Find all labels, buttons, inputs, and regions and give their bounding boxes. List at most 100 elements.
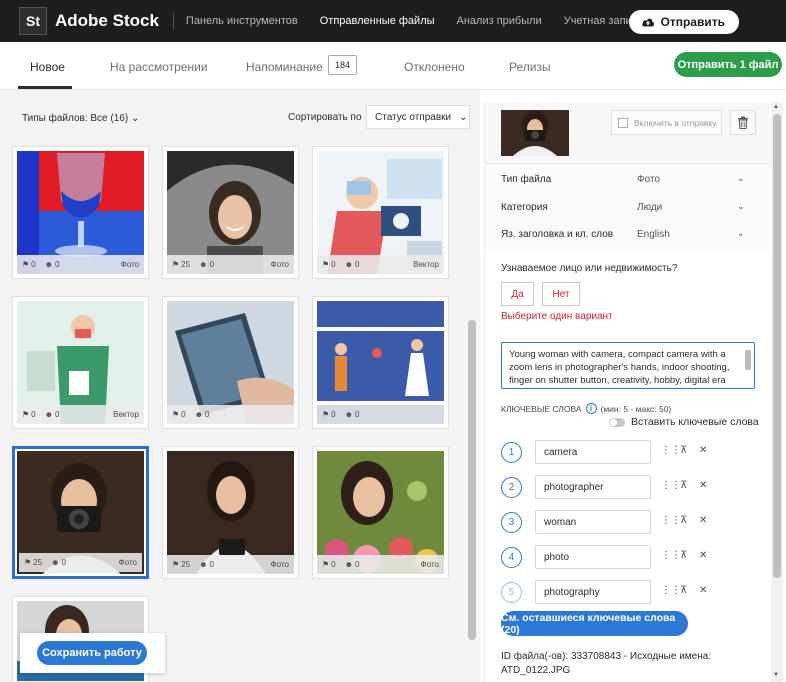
keyword-field[interactable]: photo <box>535 545 651 569</box>
sort-select[interactable]: Статус отправки ⌄ <box>366 105 470 129</box>
include-in-submission-button[interactable]: Включить в отправку <box>611 110 722 135</box>
yes-button[interactable]: Да <box>501 282 534 306</box>
tab-releases[interactable]: Релизы <box>509 60 551 74</box>
prop-value: Люди <box>637 202 663 213</box>
keyword-index: 5 <box>501 582 522 603</box>
tile-meta: ⚑ 25 ☻ 0 Фото <box>167 555 294 574</box>
textarea-scrollbar[interactable] <box>745 350 751 370</box>
tile-meta: ⚑ 0 ☻ 0 <box>167 405 294 424</box>
drag-handle-icon[interactable]: ⋮⋮ <box>661 585 681 596</box>
info-icon[interactable]: i <box>585 403 597 414</box>
move-top-icon[interactable]: ⊼ <box>680 585 687 596</box>
scrollbar-thumb[interactable] <box>773 114 781 578</box>
nav-uploaded-files[interactable]: Отправленные файлы <box>320 15 435 27</box>
drag-handle-icon[interactable]: ⋮⋮ <box>661 515 681 526</box>
tab-new[interactable]: Новое <box>30 60 65 74</box>
likes-count: 25 <box>181 560 191 569</box>
tag-icon: ⚑ <box>322 260 330 269</box>
file-types-filter[interactable]: Типы файлов: Все (16) ⌄ <box>22 113 139 124</box>
no-button[interactable]: Нет <box>542 282 580 306</box>
move-top-icon[interactable]: ⊼ <box>680 445 687 456</box>
details-scrollbar[interactable]: ▲ ▼ <box>771 102 783 682</box>
close-icon[interactable]: ✕ <box>699 480 707 491</box>
keyword-field[interactable]: camera <box>535 440 651 464</box>
title-textarea[interactable]: Young woman with camera, compact camera … <box>501 342 755 389</box>
file-tile[interactable]: ⚑ 0 ☻ 0 Вектор <box>12 296 149 429</box>
adobe-stock-logo[interactable]: St <box>19 7 47 35</box>
save-work-button[interactable]: Сохранить работу <box>37 641 147 665</box>
move-top-icon[interactable]: ⊼ <box>680 515 687 526</box>
language-select[interactable]: Яз. заголовка и кл. слов English ⌄ <box>501 228 751 240</box>
category-select[interactable]: Категория Люди ⌄ <box>501 201 751 213</box>
drag-handle-icon[interactable]: ⋮⋮ <box>661 445 681 456</box>
users-icon: ☻ <box>344 560 354 569</box>
sort-label: Сортировать по <box>288 112 362 123</box>
close-icon[interactable]: ✕ <box>699 585 707 596</box>
users-count: 0 <box>355 560 360 569</box>
keyword-index: 4 <box>501 547 522 568</box>
tab-reminder[interactable]: Напоминание <box>246 60 323 74</box>
chevron-down-icon: ⌄ <box>737 201 745 211</box>
send-one-file-button[interactable]: Отправить 1 файл <box>674 52 782 77</box>
move-top-icon[interactable]: ⊼ <box>680 480 687 491</box>
keyword-row: 3 woman ⋮⋮ ⊼ ✕ <box>501 510 721 536</box>
see-more-keywords-button[interactable]: См. оставшиеся ключевые слова (20) <box>501 611 688 636</box>
file-type-select[interactable]: Тип файла Фото ⌄ <box>501 173 751 185</box>
tile-meta: ⚑ 0 ☻ 0 <box>317 405 444 424</box>
users-icon: ☻ <box>199 260 208 269</box>
keyword-field[interactable]: woman <box>535 510 651 534</box>
scroll-down-icon[interactable]: ▼ <box>773 672 779 678</box>
likes-count: 0 <box>181 410 186 419</box>
close-icon[interactable]: ✕ <box>699 445 707 456</box>
tile-meta: ⚑ 0 ☻ 0 Фото <box>17 255 144 274</box>
keyword-index: 1 <box>501 442 522 463</box>
tag-icon: ⚑ <box>172 410 180 419</box>
prop-value: Фото <box>637 174 660 185</box>
drag-handle-icon[interactable]: ⋮⋮ <box>661 480 681 491</box>
keyword-field[interactable]: photography <box>535 580 651 604</box>
keyword-index: 3 <box>501 512 522 533</box>
grid-scrollbar[interactable] <box>468 320 476 640</box>
file-tile[interactable]: ⚑ 0 ☻ 0 Фото <box>12 146 149 279</box>
file-tile[interactable]: ⚑ 0 ☻ 0 <box>162 296 299 429</box>
scroll-up-icon[interactable]: ▲ <box>773 104 779 110</box>
move-top-icon[interactable]: ⊼ <box>680 550 687 561</box>
tag-icon: ⚑ <box>172 560 180 569</box>
include-checkbox[interactable] <box>618 117 628 128</box>
likes-count: 25 <box>33 558 43 567</box>
toggle-switch[interactable] <box>609 417 625 427</box>
details-header: Включить в отправку <box>485 102 770 164</box>
delete-button[interactable] <box>730 110 756 135</box>
file-type: Вектор <box>413 260 439 269</box>
upload-button[interactable]: Отправить <box>628 10 739 34</box>
app-name[interactable]: Adobe Stock <box>55 11 159 31</box>
keyword-field[interactable]: photographer <box>535 475 651 499</box>
file-tile-selected[interactable]: ⚑ 25 ☻ 0 Фото <box>12 446 149 579</box>
users-icon: ☻ <box>44 260 54 269</box>
users-icon: ☻ <box>51 558 60 567</box>
tab-in-review[interactable]: На рассмотрении <box>110 60 208 74</box>
top-bar: St Adobe Stock Панель инструментов Отпра… <box>0 0 786 42</box>
file-tile[interactable]: ⚑ 0 ☻ 0 Фото <box>312 446 449 579</box>
nav-dashboard[interactable]: Панель инструментов <box>186 15 298 27</box>
paste-keywords-toggle[interactable]: Вставить ключевые слова <box>609 416 759 428</box>
drag-handle-icon[interactable]: ⋮⋮ <box>661 550 681 561</box>
chevron-down-icon: ⌄ <box>737 228 745 238</box>
file-tile[interactable]: ⚑ 25 ☻ 0 Фото <box>162 146 299 279</box>
file-type: Фото <box>118 558 137 567</box>
keywords-hint: (мин: 5 - макс: 50) <box>600 403 672 414</box>
file-id-info: ID файла(-ов): 333708843 - Исходные имен… <box>501 650 761 678</box>
users-icon: ☻ <box>344 410 354 419</box>
file-tile[interactable]: ⚑ 25 ☻ 0 Фото <box>162 446 299 579</box>
likes-count: 0 <box>331 260 336 269</box>
include-label: Включить в отправку <box>634 117 717 128</box>
file-tile[interactable]: ⚑ 0 ☻ 0 <box>312 296 449 429</box>
tag-icon: ⚑ <box>172 260 180 269</box>
likes-count: 25 <box>181 260 191 269</box>
likes-count: 0 <box>331 560 336 569</box>
tab-rejected[interactable]: Отклонено <box>404 60 465 74</box>
close-icon[interactable]: ✕ <box>699 515 707 526</box>
file-tile[interactable]: ⚑ 0 ☻ 0 Вектор <box>312 146 449 279</box>
close-icon[interactable]: ✕ <box>699 550 707 561</box>
nav-earnings[interactable]: Анализ прибыли <box>457 15 542 27</box>
